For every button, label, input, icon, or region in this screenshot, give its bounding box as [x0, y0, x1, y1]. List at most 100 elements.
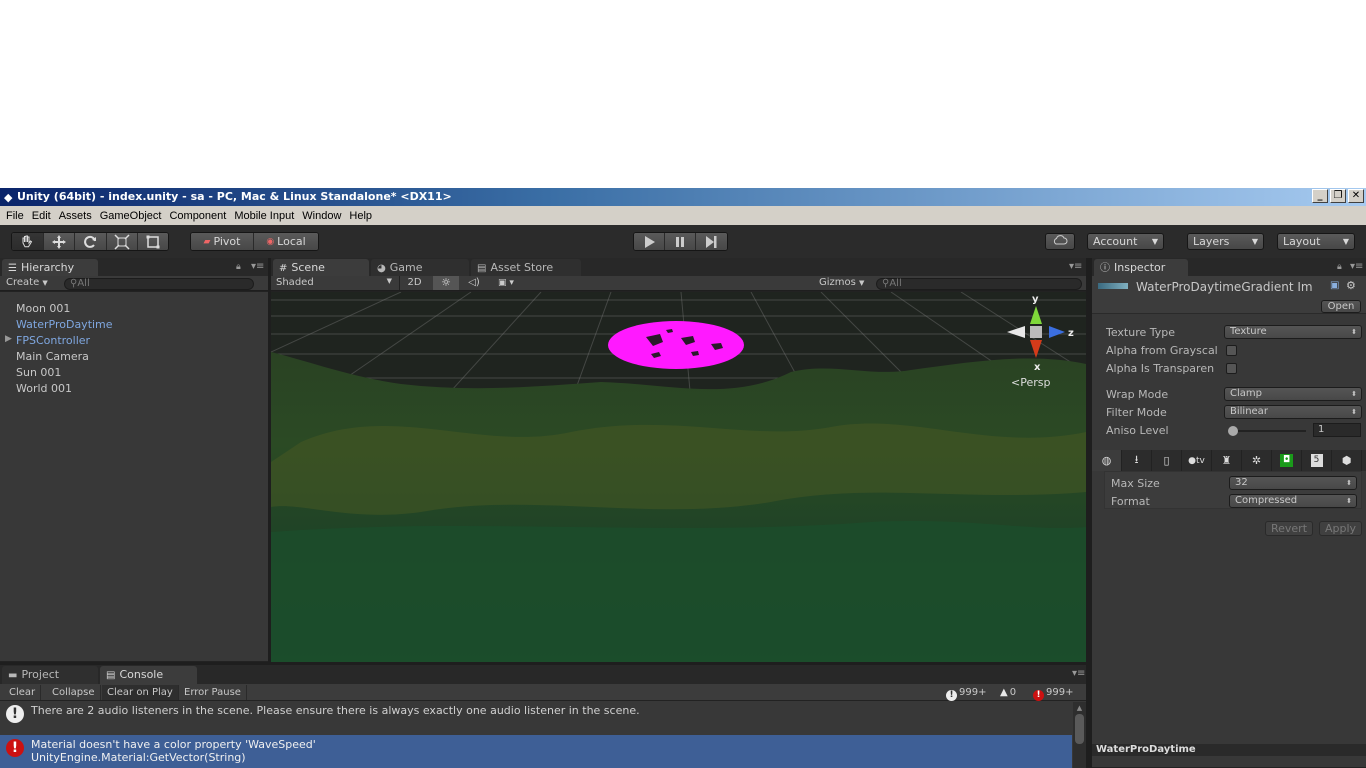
local-toggle[interactable]: ◉ Local: [254, 233, 318, 250]
hierarchy-item[interactable]: World 001: [16, 382, 72, 395]
step-button[interactable]: [695, 233, 727, 250]
splitter-left[interactable]: [268, 258, 271, 662]
account-dropdown[interactable]: Account ▼: [1087, 233, 1164, 250]
audio-toggle-icon[interactable]: ◁): [461, 276, 487, 290]
menu-file[interactable]: File: [2, 210, 28, 222]
menu-edit[interactable]: Edit: [28, 210, 55, 222]
format-dropdown[interactable]: Compressed ⬍: [1229, 494, 1357, 508]
effects-dropdown-icon[interactable]: ▣ ▾: [489, 276, 523, 290]
close-button[interactable]: ✕: [1348, 189, 1364, 203]
texture-type-dropdown[interactable]: Texture ⬍: [1224, 325, 1362, 339]
create-dropdown[interactable]: Create ▼: [6, 277, 48, 288]
console-scrollbar[interactable]: ▲: [1073, 702, 1086, 768]
hand-tool-icon[interactable]: [12, 233, 44, 250]
dropdown-arrow-icon: ▼: [386, 277, 392, 285]
scene-search-input[interactable]: ⚲All: [876, 278, 1082, 290]
info-count-toggle[interactable]: ! 999+: [946, 685, 986, 701]
play-button[interactable]: [634, 233, 666, 250]
help-book-icon[interactable]: ▣: [1330, 280, 1339, 291]
rect-tool-icon[interactable]: [138, 233, 168, 250]
hierarchy-item[interactable]: WaterProDaytime: [16, 318, 113, 331]
perspective-label[interactable]: <Persp: [1011, 376, 1050, 389]
tab-project[interactable]: ▬ Project: [2, 666, 98, 684]
open-button[interactable]: Open: [1321, 300, 1361, 313]
foldout-arrow-icon[interactable]: ▶: [5, 334, 12, 344]
tab-game[interactable]: ◕ Game: [371, 259, 469, 277]
panel-menu-icon[interactable]: ▾≡: [1350, 261, 1363, 272]
apply-button[interactable]: Apply: [1319, 521, 1362, 536]
scene-orientation-gizmo[interactable]: y z x <Persp: [1003, 294, 1074, 396]
revert-button[interactable]: Revert: [1265, 521, 1313, 536]
hierarchy-item[interactable]: Moon 001: [16, 302, 70, 315]
warning-icon: ▲: [1000, 687, 1008, 698]
splitter-right[interactable]: [1086, 258, 1092, 768]
platform-settings-box: Max Size 32 ⬍ Format Compressed ⬍: [1104, 471, 1362, 509]
rotate-tool-icon[interactable]: [75, 233, 107, 250]
main-toolbar: ▰ Pivot ◉ Local Account ▼ Layers ▼ Layou…: [0, 225, 1366, 258]
platform-ios-phone-icon[interactable]: ▯: [1152, 450, 1182, 471]
panel-menu-icon[interactable]: ▾≡: [1069, 261, 1082, 272]
settings-gear-icon[interactable]: ⚙: [1346, 279, 1356, 292]
restore-button[interactable]: ❐: [1330, 189, 1346, 203]
shading-mode-dropdown[interactable]: Shaded ▼: [276, 277, 396, 288]
lighting-toggle-icon[interactable]: ☼: [433, 276, 459, 290]
wrap-mode-dropdown[interactable]: Clamp ⬍: [1224, 387, 1362, 401]
error-count-toggle[interactable]: ! 999+: [1033, 685, 1073, 701]
panel-menu-icon[interactable]: ▾≡: [251, 261, 264, 272]
tab-hierarchy[interactable]: ☰ Hierarchy: [2, 259, 98, 277]
platform-default-globe-icon[interactable]: ◍: [1092, 450, 1122, 471]
panel-menu-icon[interactable]: ▾≡: [1072, 668, 1085, 679]
alpha-from-grayscale-checkbox[interactable]: [1226, 345, 1237, 356]
warning-count-toggle[interactable]: ▲ 0: [1000, 685, 1016, 700]
platform-tizen-icon[interactable]: ✲: [1242, 450, 1272, 471]
platform-samsung-tv-icon[interactable]: ⬢: [1332, 450, 1362, 471]
aniso-slider-track[interactable]: [1230, 430, 1306, 432]
clear-on-play-toggle[interactable]: Clear on Play: [102, 685, 179, 700]
aniso-slider-thumb[interactable]: [1228, 426, 1238, 436]
hierarchy-item[interactable]: FPSController: [16, 334, 90, 347]
hierarchy-item[interactable]: Main Camera: [16, 350, 89, 363]
pause-button[interactable]: [665, 233, 696, 250]
move-tool-icon[interactable]: [43, 233, 76, 250]
tab-scene[interactable]: # Scene: [273, 259, 369, 277]
pivot-toggle[interactable]: ▰ Pivot: [191, 233, 255, 250]
platform-android-icon[interactable]: ♜: [1212, 450, 1242, 471]
2d-toggle[interactable]: 2D: [399, 276, 429, 290]
platform-xbox-icon[interactable]: ◘: [1272, 450, 1302, 471]
hierarchy-item[interactable]: Sun 001: [16, 366, 61, 379]
platform-appletv-icon[interactable]: ● tv: [1182, 450, 1212, 471]
menu-help[interactable]: Help: [345, 210, 376, 222]
layers-dropdown[interactable]: Layers ▼: [1187, 233, 1264, 250]
cloud-button[interactable]: [1045, 233, 1075, 250]
menu-assets[interactable]: Assets: [55, 210, 96, 222]
console-log-entry-selected[interactable]: ! Material doesn't have a color property…: [0, 735, 1072, 768]
tab-inspector[interactable]: ⓘ Inspector: [1094, 259, 1188, 277]
console-log-entry[interactable]: ! There are 2 audio listeners in the sce…: [0, 702, 1072, 734]
minimize-button[interactable]: _: [1312, 189, 1328, 203]
platform-standalone-download-icon[interactable]: ⭳: [1122, 450, 1152, 471]
tab-asset-store[interactable]: ▤ Asset Store: [471, 259, 581, 277]
splitter-bottom[interactable]: [0, 662, 1090, 665]
scene-view[interactable]: y z x <Persp: [271, 292, 1086, 662]
lock-icon[interactable]: 🔒︎: [236, 262, 245, 272]
menu-component[interactable]: Component: [165, 210, 230, 222]
hierarchy-search-input[interactable]: ⚲All: [64, 278, 254, 290]
filter-mode-dropdown[interactable]: Bilinear ⬍: [1224, 405, 1362, 419]
scrollbar-thumb[interactable]: [1075, 714, 1084, 744]
scroll-up-icon[interactable]: ▲: [1074, 704, 1085, 712]
menu-window[interactable]: Window: [298, 210, 345, 222]
aniso-level-field[interactable]: 1: [1313, 423, 1361, 437]
platform-webgl-html5-icon[interactable]: 5: [1302, 450, 1332, 471]
gizmos-dropdown[interactable]: Gizmos ▼: [819, 277, 864, 288]
alpha-is-transparency-checkbox[interactable]: [1226, 363, 1237, 374]
collapse-button[interactable]: Collapse: [47, 685, 101, 700]
error-pause-button[interactable]: Error Pause: [179, 685, 247, 700]
layout-dropdown[interactable]: Layout ▼: [1277, 233, 1355, 250]
menu-mobile-input[interactable]: Mobile Input: [230, 210, 298, 222]
scale-tool-icon[interactable]: [106, 233, 139, 250]
max-size-dropdown[interactable]: 32 ⬍: [1229, 476, 1357, 490]
menu-gameobject[interactable]: GameObject: [96, 210, 166, 222]
clear-button[interactable]: Clear: [4, 685, 42, 700]
tab-console[interactable]: ▤ Console: [100, 666, 197, 684]
lock-icon[interactable]: 🔒︎: [1337, 262, 1346, 272]
